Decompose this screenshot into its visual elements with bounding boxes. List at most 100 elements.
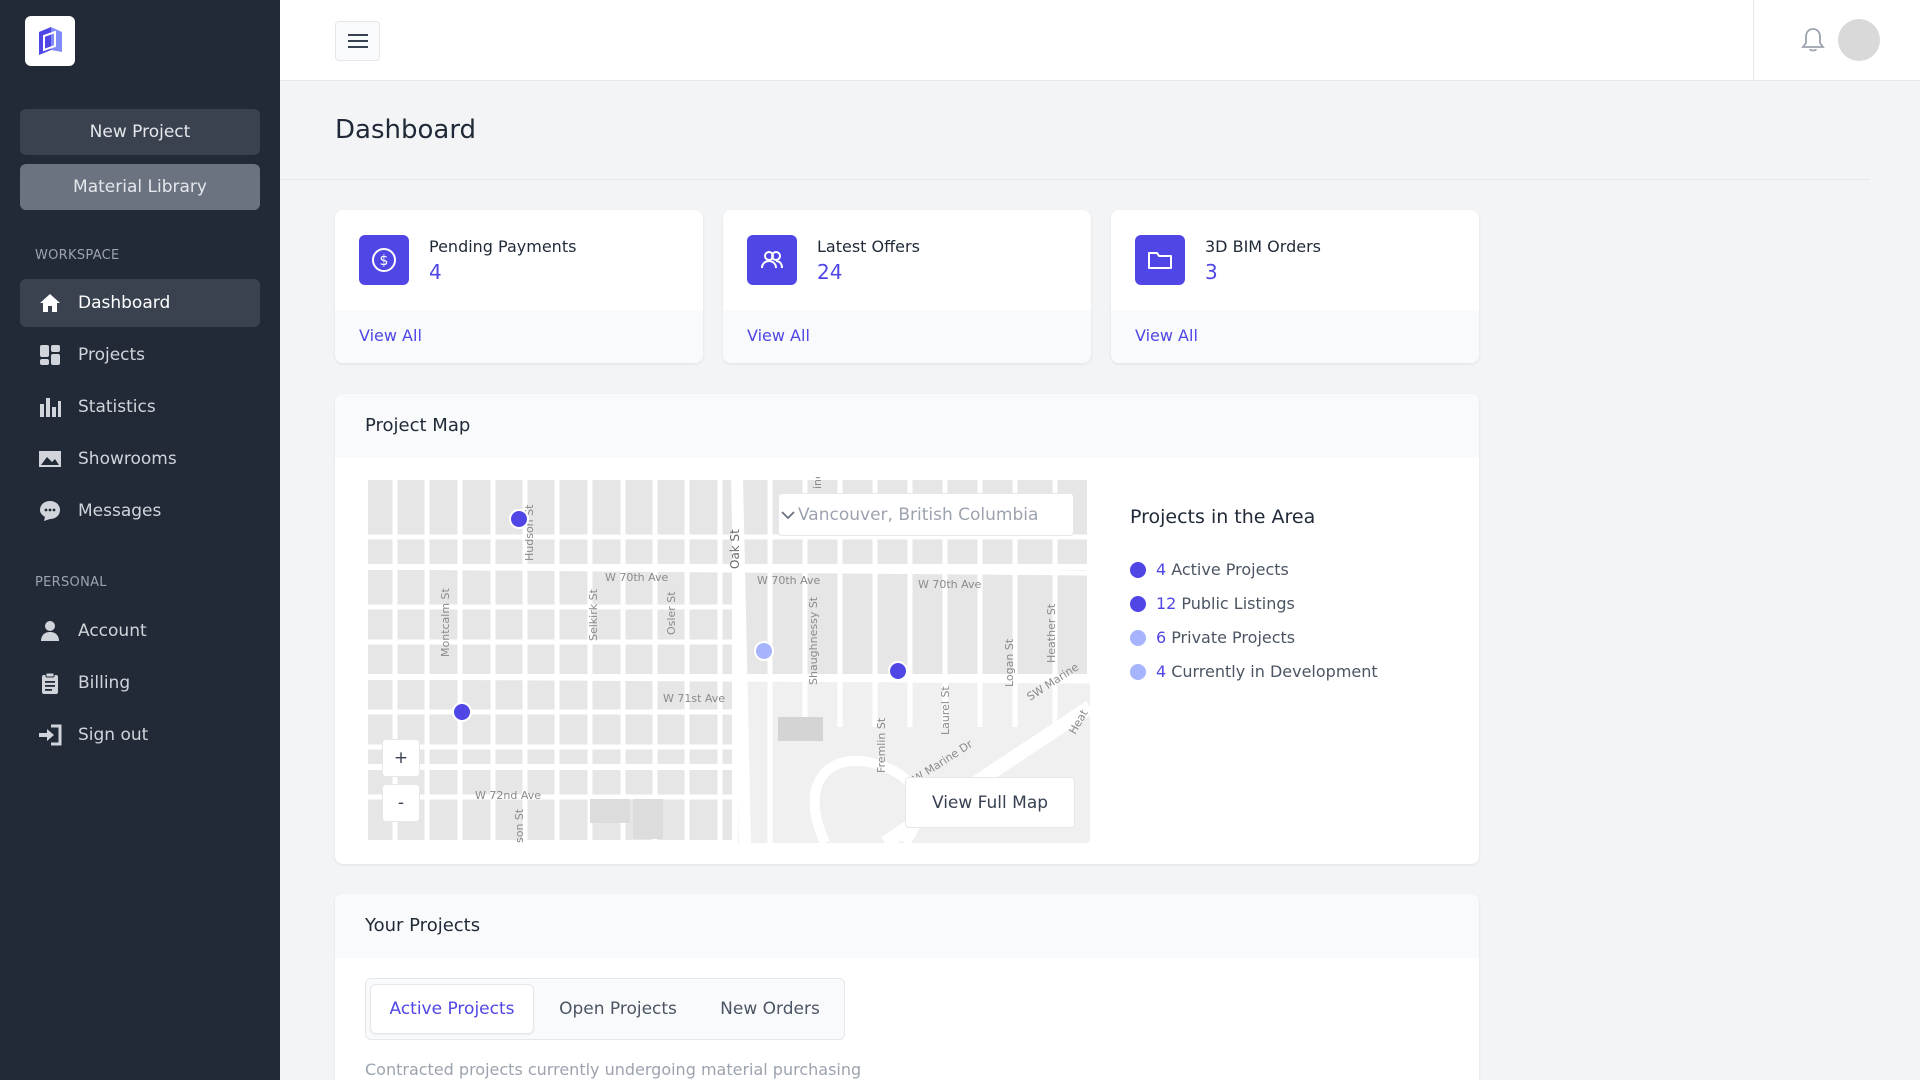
legend-label: Active Projects bbox=[1171, 560, 1289, 579]
panel-header: Your Projects bbox=[335, 894, 1479, 958]
sidebar-item-showrooms[interactable]: Showrooms bbox=[20, 435, 260, 483]
sidebar-item-account[interactable]: Account bbox=[20, 607, 260, 655]
map-marker[interactable] bbox=[509, 509, 529, 529]
card-footer: View All bbox=[723, 310, 1091, 363]
street-label: Montcalm St bbox=[439, 587, 452, 657]
users-icon bbox=[747, 235, 797, 285]
view-all-link[interactable]: View All bbox=[1135, 326, 1198, 345]
panel-title: Project Map bbox=[365, 415, 471, 436]
stat-card-latest-offers: Latest Offers 24 View All bbox=[723, 210, 1091, 363]
card-label: 3D BIM Orders bbox=[1205, 237, 1321, 256]
dollar-icon: $ bbox=[359, 235, 409, 285]
tab-new-orders[interactable]: New Orders bbox=[700, 984, 840, 1034]
zoom-out-button[interactable]: - bbox=[382, 784, 420, 822]
legend-label: Public Listings bbox=[1181, 594, 1295, 613]
location-select[interactable]: Vancouver, British Columbia bbox=[778, 493, 1074, 536]
user-icon bbox=[38, 619, 62, 643]
legend-label: Currently in Development bbox=[1171, 662, 1378, 681]
bar-chart-icon bbox=[38, 395, 62, 419]
street-label: W 70th Ave bbox=[918, 578, 982, 591]
street-label: W 70th Ave bbox=[757, 574, 821, 587]
legend-dot bbox=[1130, 595, 1146, 612]
image-icon bbox=[38, 447, 62, 471]
panel-title: Your Projects bbox=[365, 915, 481, 936]
card-value: 4 bbox=[429, 260, 442, 284]
legend-count: 6 bbox=[1156, 628, 1167, 647]
new-project-button[interactable]: New Project bbox=[20, 109, 260, 155]
area-title: Projects in the Area bbox=[1130, 506, 1316, 528]
tab-description: Contracted projects currently undergoing… bbox=[365, 1060, 862, 1079]
sidebar-item-sign-out[interactable]: Sign out bbox=[20, 711, 260, 759]
street-label: W 70th Ave bbox=[605, 571, 669, 584]
sidebar-item-label: Messages bbox=[78, 501, 162, 521]
title-divider bbox=[280, 179, 1870, 180]
area-legend-item: 4 Currently in Development bbox=[1130, 662, 1378, 681]
stat-card-pending-payments: $ Pending Payments 4 View All bbox=[335, 210, 703, 363]
notifications-button[interactable] bbox=[1800, 26, 1826, 54]
svg-text:$: $ bbox=[380, 253, 389, 269]
bell-icon bbox=[1801, 28, 1825, 52]
panel-header: Project Map bbox=[335, 394, 1479, 458]
zoom-in-button[interactable]: + bbox=[382, 739, 420, 777]
view-all-link[interactable]: View All bbox=[359, 326, 422, 345]
card-value: 24 bbox=[817, 260, 843, 284]
chat-icon bbox=[38, 499, 62, 523]
grid-icon bbox=[38, 343, 62, 367]
sidebar-item-label: Billing bbox=[78, 673, 131, 693]
home-icon bbox=[38, 291, 62, 315]
cube-logo-icon bbox=[39, 27, 62, 55]
material-library-button[interactable]: Material Library bbox=[20, 164, 260, 210]
topbar-divider bbox=[1753, 0, 1754, 81]
sidebar-item-label: Sign out bbox=[78, 725, 149, 745]
legend-dot bbox=[1130, 561, 1146, 578]
project-map-panel: Project Map W 70th Ave W 70th Ave W 70th… bbox=[335, 394, 1479, 864]
card-label: Latest Offers bbox=[817, 237, 920, 256]
top-bar bbox=[280, 0, 1920, 81]
legend-label: Private Projects bbox=[1171, 628, 1296, 647]
menu-toggle-button[interactable] bbox=[335, 21, 380, 61]
street-label: Shaughnessy St bbox=[807, 596, 820, 685]
street-label: Fremlin St bbox=[875, 717, 888, 773]
your-projects-panel: Your Projects Active Projects Open Proje… bbox=[335, 894, 1479, 1080]
sidebar-item-projects[interactable]: Projects bbox=[20, 331, 260, 379]
street-label: Osler St bbox=[665, 591, 678, 635]
view-full-map-button[interactable]: View Full Map bbox=[905, 777, 1075, 828]
map-marker[interactable] bbox=[888, 661, 908, 681]
tab-open-projects[interactable]: Open Projects bbox=[538, 984, 698, 1034]
sidebar-item-dashboard[interactable]: Dashboard bbox=[20, 279, 260, 327]
legend-dot bbox=[1130, 663, 1146, 680]
map-view[interactable]: W 70th Ave W 70th Ave W 70th Ave W 71st … bbox=[365, 477, 1090, 843]
hamburger-icon bbox=[347, 34, 368, 48]
sidebar-item-billing[interactable]: Billing bbox=[20, 659, 260, 707]
stat-card-bim-orders: 3D BIM Orders 3 View All bbox=[1111, 210, 1479, 363]
street-label: W 71st Ave bbox=[663, 692, 725, 705]
sidebar-item-statistics[interactable]: Statistics bbox=[20, 383, 260, 431]
page-title: Dashboard bbox=[335, 115, 477, 145]
sidebar-item-messages[interactable]: Messages bbox=[20, 487, 260, 535]
location-value: Vancouver, British Columbia bbox=[798, 504, 1039, 525]
map-marker[interactable] bbox=[452, 702, 472, 722]
avatar[interactable] bbox=[1838, 19, 1880, 61]
sidebar-item-label: Dashboard bbox=[78, 293, 171, 313]
card-footer: View All bbox=[1111, 310, 1479, 363]
logo[interactable] bbox=[25, 16, 75, 66]
sidebar-item-label: Showrooms bbox=[78, 449, 177, 469]
chevron-down-icon bbox=[781, 511, 795, 520]
workspace-section-label: WORKSPACE bbox=[35, 248, 120, 263]
card-label: Pending Payments bbox=[429, 237, 577, 256]
area-legend-item: 6 Private Projects bbox=[1130, 628, 1295, 647]
street-label: Laurel St bbox=[939, 686, 952, 735]
sidebar: New Project Material Library WORKSPACE D… bbox=[0, 0, 280, 1080]
area-legend-item: 4 Active Projects bbox=[1130, 560, 1289, 579]
street-label: W 72nd Ave bbox=[475, 789, 541, 802]
sign-out-icon bbox=[38, 723, 62, 747]
tab-active-projects[interactable]: Active Projects bbox=[370, 984, 534, 1034]
street-label: Logan St bbox=[1003, 638, 1016, 687]
map-marker[interactable] bbox=[754, 641, 774, 661]
sidebar-item-label: Account bbox=[78, 621, 147, 641]
view-all-link[interactable]: View All bbox=[747, 326, 810, 345]
card-footer: View All bbox=[335, 310, 703, 363]
street-label: Heather St bbox=[1045, 603, 1058, 663]
folder-icon bbox=[1135, 235, 1185, 285]
area-legend-item: 12 Public Listings bbox=[1130, 594, 1295, 613]
